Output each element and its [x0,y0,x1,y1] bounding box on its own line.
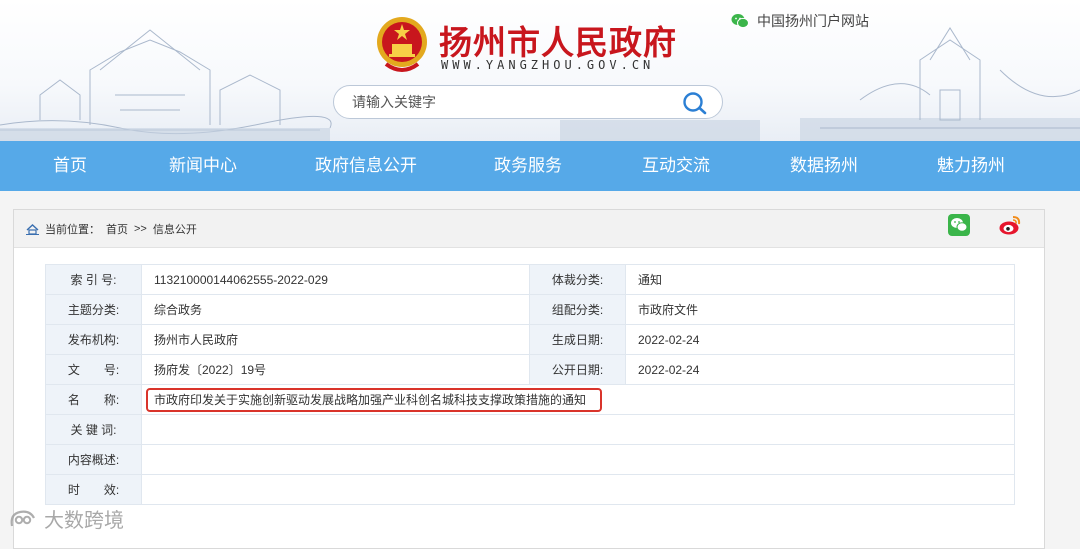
published-value: 2022-02-24 [625,354,1015,385]
breadcrumb-separator: >> [134,223,147,235]
search-input[interactable] [350,93,674,111]
watermark: 大数跨境 [8,504,124,533]
genre-value: 通知 [625,264,1015,295]
docno-label: 文 号: [45,354,142,385]
created-label: 生成日期: [529,324,626,355]
breadcrumb-prefix: 当前位置： [45,224,100,236]
table-row: 时 效: [45,474,1015,505]
document-info-table: 索 引 号: 113210000144062555-2022-029 体裁分类:… [45,264,1015,505]
nav-item-charm[interactable]: 魅力扬州 [937,141,1005,191]
home-icon [26,223,39,235]
portal-link-label: 中国扬州门户网站 [757,13,869,29]
site-title: 扬州市人民政府 [439,23,677,62]
index-value: 113210000144062555-2022-029 [141,264,530,295]
publisher-value: 扬州市人民政府 [141,324,530,355]
site-header: 扬州市人民政府 WWW.YANGZHOU.GOV.CN 中国扬州门户网站 [0,0,1080,141]
document-title[interactable]: 市政府印发关于实施创新驱动发展战略加强产业科创名城科技支撑政策措施的通知 [154,393,586,407]
portal-link[interactable]: 中国扬州门户网站 [731,11,869,31]
breadcrumb-current[interactable]: 信息公开 [153,221,197,237]
breadcrumb-bar: 当前位置： 首页 >> 信息公开 [14,210,1044,248]
watermark-text: 大数跨境 [44,510,124,532]
publisher-label: 发布机构: [45,324,142,355]
nav-item-interaction[interactable]: 互动交流 [642,141,710,191]
site-domain: WWW.YANGZHOU.GOV.CN [441,58,655,72]
nav-item-gov-info[interactable]: 政府信息公开 [315,141,417,191]
national-emblem-icon [377,17,427,72]
table-row: 索 引 号: 113210000144062555-2022-029 体裁分类:… [45,264,1015,295]
breadcrumb: 当前位置： 首页 >> 信息公开 [26,221,197,237]
weibo-share-icon[interactable] [998,214,1022,236]
wechat-share-icon[interactable] [948,214,970,236]
table-row: 内容概述: [45,444,1015,475]
main-nav: 首页 新闻中心 政府信息公开 政务服务 互动交流 数据扬州 魅力扬州 [0,141,1080,191]
search-box [333,85,723,119]
table-row: 发布机构: 扬州市人民政府 生成日期: 2022-02-24 [45,324,1015,355]
breadcrumb-home[interactable]: 首页 [106,221,128,237]
table-row: 关 键 词: [45,414,1015,445]
keywords-label: 关 键 词: [45,414,142,445]
topic-value: 综合政务 [141,294,530,325]
validity-value [141,474,1015,505]
table-row: 文 号: 扬府发〔2022〕19号 公开日期: 2022-02-24 [45,354,1015,385]
keywords-value [141,414,1015,445]
published-label: 公开日期: [529,354,626,385]
summary-value [141,444,1015,475]
org-class-label: 组配分类: [529,294,626,325]
nav-item-services[interactable]: 政务服务 [494,141,562,191]
watermark-logo-icon [10,510,35,526]
index-label: 索 引 号: [45,264,142,295]
nav-item-data[interactable]: 数据扬州 [790,141,858,191]
table-row: 主题分类: 综合政务 组配分类: 市政府文件 [45,294,1015,325]
genre-label: 体裁分类: [529,264,626,295]
nav-item-news[interactable]: 新闻中心 [169,141,237,191]
name-cell: 市政府印发关于实施创新驱动发展战略加强产业科创名城科技支撑政策措施的通知 [141,384,1015,415]
summary-label: 内容概述: [45,444,142,475]
org-class-value: 市政府文件 [625,294,1015,325]
nav-item-home[interactable]: 首页 [53,141,87,191]
topic-label: 主题分类: [45,294,142,325]
table-row: 名 称: 市政府印发关于实施创新驱动发展战略加强产业科创名城科技支撑政策措施的通… [45,384,1015,415]
wechat-icon [731,14,749,29]
docno-value: 扬府发〔2022〕19号 [141,354,530,385]
name-label: 名 称: [45,384,142,415]
content-panel: 当前位置： 首页 >> 信息公开 索 引 号: 1132100001440625… [13,209,1045,549]
created-value: 2022-02-24 [625,324,1015,355]
validity-label: 时 效: [45,474,142,505]
search-icon[interactable] [682,91,708,115]
